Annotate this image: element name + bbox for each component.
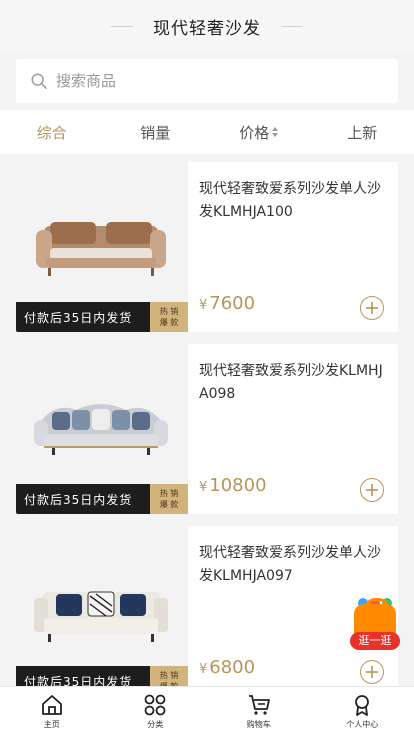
product-card[interactable]: 付款后35日内发货 热 销 爆 款 现代轻奢致爱系列沙发单人沙发KLMHJA10… [16, 162, 398, 332]
sort-tab-sales[interactable]: 销量 [104, 122, 208, 143]
browse-label: 逛一逛 [350, 632, 400, 650]
product-image[interactable]: 付款后35日内发货 热 销 爆 款 [16, 526, 188, 696]
currency-symbol: ¥ [199, 298, 208, 313]
product-image[interactable]: 付款后35日内发货 热 销 爆 款 [16, 344, 188, 514]
sort-tab-new[interactable]: 上新 [311, 122, 414, 143]
sort-tab-label: 价格 [239, 123, 270, 142]
sort-tab-price[interactable]: 价格 [207, 122, 311, 143]
tab-cart[interactable]: 购物车 [207, 687, 311, 736]
sort-tab-overall[interactable]: 综合 [0, 122, 104, 143]
add-to-cart-button[interactable] [360, 478, 384, 502]
search-input[interactable] [56, 72, 356, 90]
tab-label: 购物车 [246, 720, 271, 729]
add-to-cart-button[interactable] [360, 296, 384, 320]
product-card[interactable]: 付款后35日内发货 热 销 爆 款 现代轻奢致爱系列沙发KLMHJA098 ¥1… [16, 344, 398, 514]
sofa-image-icon [34, 591, 168, 642]
sort-tab-label: 综合 [36, 123, 67, 142]
search-bar[interactable] [16, 59, 398, 103]
bottom-tab-bar: 主页 分类 购物车 个人中心 [0, 686, 414, 736]
plus-icon [366, 302, 378, 314]
sort-tab-label: 销量 [140, 123, 171, 142]
product-name[interactable]: 现代轻奢致爱系列沙发单人沙发KLMHJA100 [199, 178, 389, 224]
currency-symbol: ¥ [199, 662, 208, 677]
search-icon [31, 73, 47, 89]
hot-sale-badge: 热 销 爆 款 [150, 302, 188, 332]
product-price: ¥7600 [199, 293, 255, 314]
tab-category[interactable]: 分类 [104, 687, 208, 736]
price-value: 7600 [209, 293, 256, 314]
plus-icon [366, 666, 378, 678]
page-header: 现代轻奢沙发 [0, 0, 414, 52]
profile-icon [355, 695, 370, 716]
tab-label: 分类 [147, 720, 164, 729]
product-name[interactable]: 现代轻奢致爱系列沙发单人沙发KLMHJA097 [199, 542, 389, 588]
sort-tab-label: 上新 [347, 123, 378, 142]
product-image[interactable]: 付款后35日内发货 热 销 爆 款 [16, 162, 188, 332]
category-icon [144, 694, 166, 716]
currency-symbol: ¥ [199, 480, 208, 495]
price-value: 10800 [209, 475, 267, 496]
product-name[interactable]: 现代轻奢致爱系列沙发KLMHJA098 [199, 360, 389, 406]
hot-sale-line1: 热 销 [159, 489, 179, 498]
hot-sale-badge: 热 销 爆 款 [150, 484, 188, 514]
hot-sale-line1: 热 销 [159, 307, 179, 316]
browse-float-button[interactable]: 逛一逛 [350, 598, 400, 650]
hot-sale-line2: 爆 款 [159, 500, 179, 509]
product-list: 付款后35日内发货 热 销 爆 款 现代轻奢致爱系列沙发单人沙发KLMHJA10… [16, 162, 398, 708]
product-price: ¥6800 [199, 657, 255, 678]
tab-profile[interactable]: 个人中心 [311, 687, 414, 736]
tab-label: 个人中心 [346, 720, 379, 729]
sofa-image-icon [36, 222, 166, 276]
add-to-cart-button[interactable] [360, 660, 384, 684]
hot-sale-line1: 热 销 [159, 671, 179, 680]
plus-icon [366, 484, 378, 496]
cart-icon [248, 695, 270, 715]
header-divider-left [111, 25, 133, 27]
sort-bar: 综合 销量 价格 上新 [0, 110, 414, 154]
product-price: ¥10800 [199, 475, 267, 496]
sofa-image-icon [34, 404, 168, 455]
price-value: 6800 [209, 657, 256, 678]
header-divider-right [281, 25, 303, 27]
product-card[interactable]: 付款后35日内发货 热 销 爆 款 现代轻奢致爱系列沙发单人沙发KLMHJA09… [16, 526, 398, 696]
shipping-banner-text: 付款后35日内发货 [24, 492, 133, 507]
sort-arrows-icon [272, 127, 279, 137]
page-title: 现代轻奢沙发 [153, 18, 261, 39]
shipping-banner-text: 付款后35日内发货 [24, 310, 133, 325]
search-area [0, 52, 414, 110]
shipping-banner: 付款后35日内发货 热 销 爆 款 [16, 302, 188, 332]
tab-home[interactable]: 主页 [0, 687, 104, 736]
tab-label: 主页 [43, 720, 60, 729]
hot-sale-line2: 爆 款 [159, 318, 179, 327]
shipping-banner: 付款后35日内发货 热 销 爆 款 [16, 484, 188, 514]
home-icon [41, 695, 62, 715]
